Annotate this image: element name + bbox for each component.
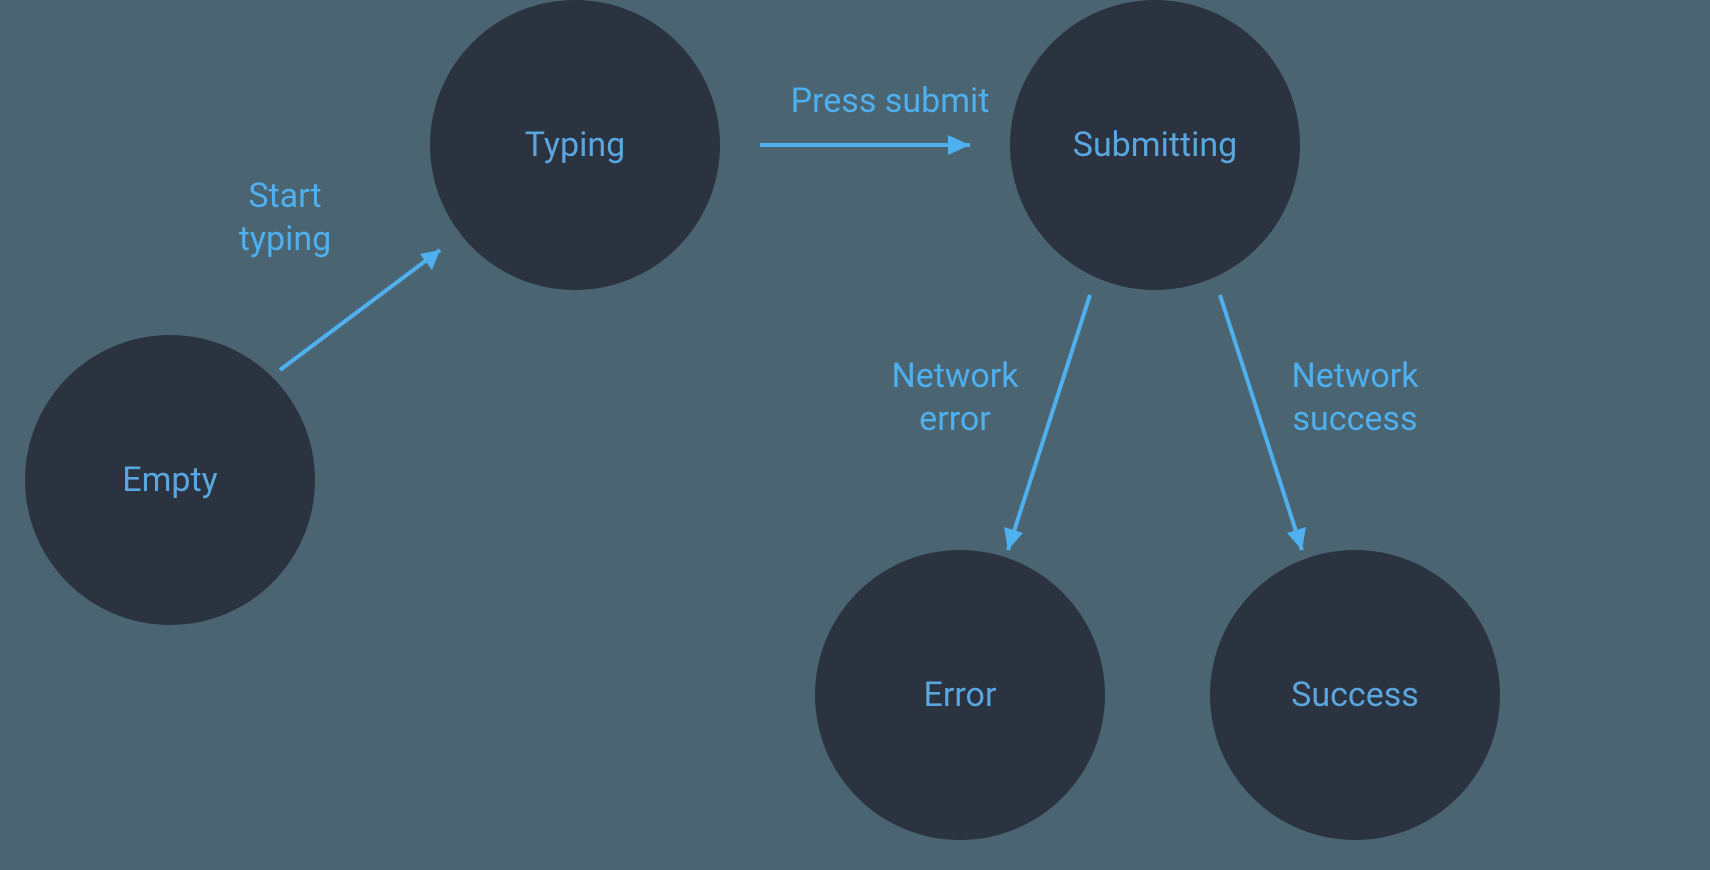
transition-label-start-typing: Start typing	[210, 175, 360, 260]
state-submitting: Submitting	[1010, 0, 1300, 290]
transition-label-network-error: Network error	[870, 355, 1040, 440]
arrow-press-submit	[760, 135, 970, 155]
state-empty: Empty	[25, 335, 315, 625]
arrow-start-typing	[280, 250, 440, 370]
transition-label-network-success: Network success	[1270, 355, 1440, 440]
state-success: Success	[1210, 550, 1500, 840]
state-label: Empty	[122, 460, 217, 500]
state-label: Submitting	[1073, 125, 1238, 165]
state-label: Success	[1291, 675, 1419, 715]
transition-label-press-submit: Press submit	[775, 80, 1005, 123]
state-error: Error	[815, 550, 1105, 840]
state-typing: Typing	[430, 0, 720, 290]
state-label: Error	[924, 675, 997, 715]
state-label: Typing	[525, 125, 625, 165]
